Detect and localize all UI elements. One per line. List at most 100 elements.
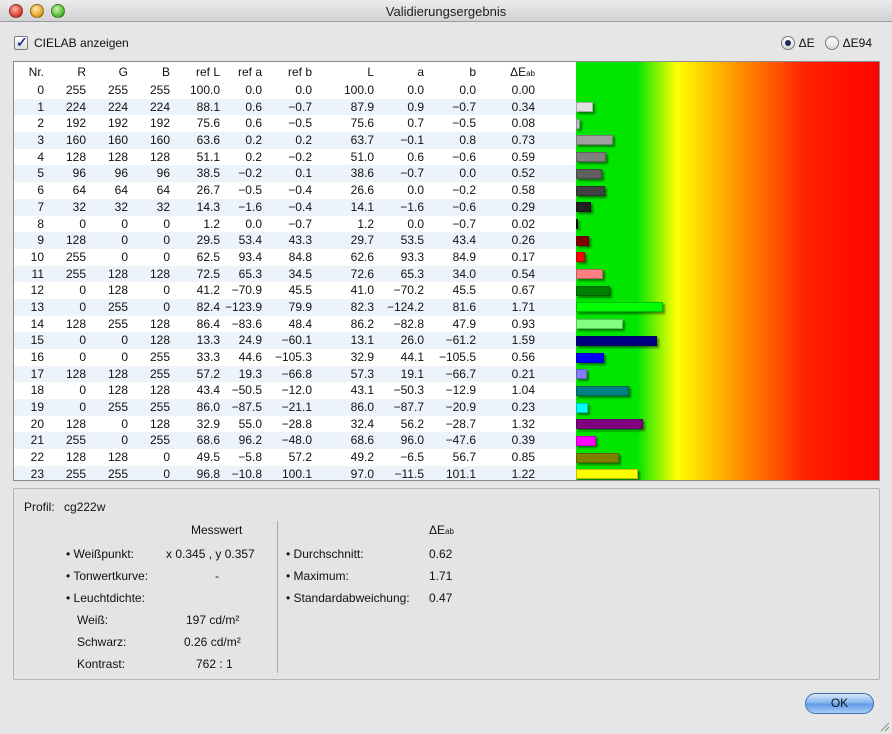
delta-e-header-text: ΔE xyxy=(510,65,527,79)
table-cell: 128 xyxy=(149,333,170,348)
table-cell: 14.1 xyxy=(350,199,374,214)
table-cell: 128 xyxy=(107,149,128,164)
table-cell: 29.7 xyxy=(350,233,374,248)
table-row[interactable]: 15 0 0 128 13.3 24.9 −60.1 13.1 26.0 −61.2 1.59 xyxy=(14,332,576,349)
table-row[interactable]: 8 0 0 0 1.2 0.0 −0.7 1.2 0.0 −0.7 0.02 xyxy=(14,216,576,233)
table-cell: −0.5 xyxy=(288,116,312,131)
table-cell: 19.3 xyxy=(238,366,262,381)
show-cielab-checkbox[interactable]: ✓ xyxy=(14,34,28,50)
table-row[interactable]: 21 255 0 255 68.6 96.2 −48.0 68.6 96.0 −47.6 0.39 xyxy=(14,432,576,450)
table-cell: 0.17 xyxy=(511,249,535,264)
table-row[interactable]: 5 96 96 96 38.5 −0.2 0.1 38.6 −0.7 0.0 0.52 xyxy=(14,165,576,183)
table-cell: 45.5 xyxy=(452,283,476,298)
tone-curve-value: - xyxy=(215,569,219,583)
table-cell: 0.58 xyxy=(511,183,535,198)
table-row[interactable]: 7 32 32 32 14.3 −1.6 −0.4 14.1 −1.6 −0.6 0.29 xyxy=(14,198,576,216)
stddev-label: Standardabweichung: xyxy=(286,591,410,605)
table-cell: 10 xyxy=(30,249,44,264)
table-cell: 128 xyxy=(149,149,170,164)
table-row[interactable]: 2 192 192 192 75.6 0.6 −0.5 75.6 0.7 −0.5 0.08 xyxy=(14,115,576,132)
table-cell: 128 xyxy=(149,266,170,281)
ok-button[interactable]: OK xyxy=(805,693,874,714)
table-cell: −0.7 xyxy=(288,99,312,114)
table-cell: 1.2 xyxy=(357,216,374,231)
column-header: R xyxy=(77,65,86,79)
delta-e-bar xyxy=(576,319,623,330)
table-cell: −66.8 xyxy=(281,366,312,381)
table-cell: 0 xyxy=(163,233,170,248)
column-header: ref a xyxy=(237,65,262,79)
table-cell: 96 xyxy=(72,166,86,181)
table-cell: 0.29 xyxy=(511,199,535,214)
table-cell: −0.1 xyxy=(400,133,424,148)
table-row[interactable]: 22 128 128 0 49.5 −5.8 57.2 49.2 −6.5 56.7 0.85 xyxy=(14,449,576,466)
table-row[interactable]: 0 255 255 255 100.0 0.0 0.0 100.0 0.0 0.0 0.00 xyxy=(14,82,576,99)
table-row[interactable]: 19 0 255 255 86.0 −87.5 −21.1 86.0 −87.7 −20.9 0.2… xyxy=(14,399,576,416)
delta-e-bar xyxy=(576,235,589,246)
table-row[interactable]: 1 224 224 224 88.1 0.6 −0.7 87.9 0.9 −0.7 0.34 xyxy=(14,98,576,116)
table-cell: 0 xyxy=(121,216,128,231)
table-row[interactable]: 14 128 255 128 86.4 −83.6 48.4 86.2 −82.8 47.9 0.9… xyxy=(14,316,576,333)
table-cell: −123.9 xyxy=(224,299,262,314)
table-cell: 38.5 xyxy=(196,166,220,181)
table-cell: −82.8 xyxy=(393,316,424,331)
table-cell: 47.9 xyxy=(452,316,476,331)
table-cell: 128 xyxy=(107,283,128,298)
table-cell: 192 xyxy=(107,116,128,131)
table-cell: 0.85 xyxy=(511,450,535,465)
show-cielab-label[interactable]: CIELAB anzeigen xyxy=(34,36,129,50)
table-row[interactable]: 20 128 0 128 32.9 55.0 −28.8 32.4 56.2 −28.7 1.32 xyxy=(14,416,576,433)
table-cell: −0.2 xyxy=(238,166,262,181)
table-row[interactable]: 10 255 0 0 62.5 93.4 84.8 62.6 93.3 84.9 0.17 xyxy=(14,249,576,266)
table-cell: −0.4 xyxy=(288,199,312,214)
delta-e-bar xyxy=(576,385,629,396)
table-row[interactable]: 17 128 128 255 57.2 19.3 −66.8 57.3 19.1 −66.7 0.2… xyxy=(14,365,576,383)
table-cell: −1.6 xyxy=(238,199,262,214)
radio-delta-e94[interactable] xyxy=(824,36,839,50)
table-cell: 5 xyxy=(37,166,44,181)
table-cell: 93.3 xyxy=(400,249,424,264)
delta-e-bar xyxy=(576,369,587,380)
title-bar[interactable]: Validierungsergebnis xyxy=(0,0,892,22)
table-cell: 0 xyxy=(163,450,170,465)
table-cell: 0 xyxy=(121,249,128,264)
table-cell: 0.73 xyxy=(511,133,535,148)
resize-grip-icon[interactable] xyxy=(878,720,890,732)
table-row[interactable]: 6 64 64 64 26.7 −0.5 −0.4 26.6 0.0 −0.2 0.58 xyxy=(14,182,576,199)
table-row[interactable]: 9 128 0 0 29.5 53.4 43.3 29.7 53.5 43.4 0.26 xyxy=(14,232,576,249)
column-header: L xyxy=(367,65,374,79)
table-cell: 128 xyxy=(65,233,86,248)
table-cell: 255 xyxy=(65,433,86,448)
radio-delta-e[interactable] xyxy=(780,36,795,50)
radio-delta-e94-label[interactable]: ΔE94 xyxy=(843,36,872,50)
table-cell: 0.1 xyxy=(295,166,312,181)
table-cell: 255 xyxy=(107,466,128,481)
table-row[interactable]: 23 255 255 0 96.8 −10.8 100.1 97.0 −11.5 101.1 1.2… xyxy=(14,465,576,481)
show-cielab-option[interactable]: ✓ CIELAB anzeigen xyxy=(14,34,129,50)
table-cell: 128 xyxy=(149,383,170,398)
radio-delta-e-label[interactable]: ΔE xyxy=(799,36,815,50)
table-cell: 96 xyxy=(156,166,170,181)
table-cell: 0 xyxy=(79,283,86,298)
table-cell: 255 xyxy=(107,299,128,314)
maximum-value: 1.71 xyxy=(429,569,453,583)
results-table[interactable]: Nr. R G B ref L ref a ref b L a b ΔEab 0… xyxy=(13,61,880,481)
table-cell: 38.6 xyxy=(350,166,374,181)
table-cell: 255 xyxy=(65,83,86,97)
table-cell: 51.1 xyxy=(196,149,220,164)
table-cell: 0.52 xyxy=(511,166,535,181)
table-row[interactable]: 18 0 128 128 43.4 −50.5 −12.0 43.1 −50.3 −12.9 1.0… xyxy=(14,382,576,399)
table-row[interactable]: 12 0 128 0 41.2 −70.9 45.5 41.0 −70.2 45.5 0.67 xyxy=(14,282,576,299)
table-row[interactable]: 13 0 255 0 82.4 −123.9 79.9 82.3 −124.2 81.6 1.71 xyxy=(14,298,576,316)
table-row[interactable]: 3 160 160 160 63.6 0.2 0.2 63.7 −0.1 0.8 0.73 xyxy=(14,132,576,149)
table-row[interactable]: 16 0 0 255 33.3 44.6 −105.3 32.9 44.1 −105.5 0.56 xyxy=(14,349,576,366)
column-header: ref b xyxy=(287,65,312,79)
table-row[interactable]: 11 255 128 128 72.5 65.3 34.5 72.6 65.3 34.0 0.54 xyxy=(14,265,576,283)
luminance-label: Leuchtdichte: xyxy=(66,591,145,605)
table-cell: 41.0 xyxy=(350,283,374,298)
table-cell: 49.5 xyxy=(196,450,220,465)
table-cell: 75.6 xyxy=(350,116,374,131)
table-row[interactable]: 4 128 128 128 51.1 0.2 −0.2 51.0 0.6 −0.6 0.59 xyxy=(14,149,576,166)
table-cell: 32.9 xyxy=(350,350,374,364)
table-cell: 53.5 xyxy=(400,233,424,248)
